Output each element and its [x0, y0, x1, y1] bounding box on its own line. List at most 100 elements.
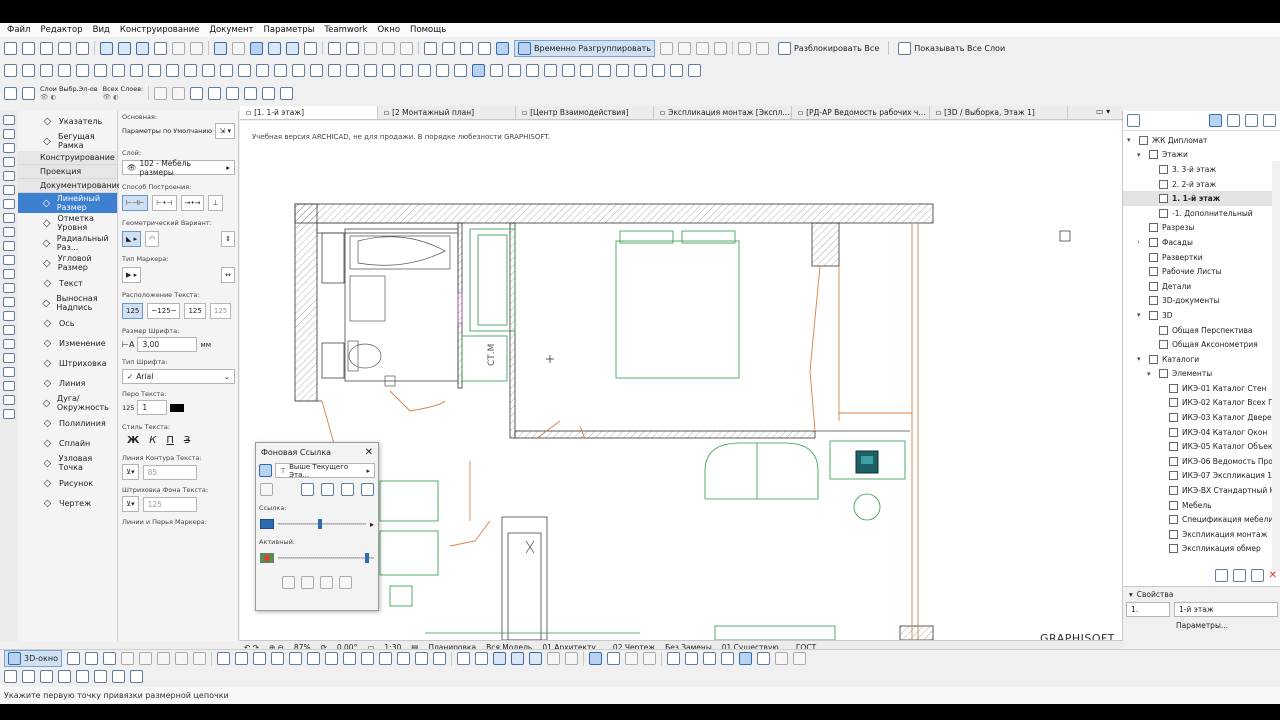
publish-icon[interactable]: [244, 86, 258, 100]
lock-icon[interactable]: [232, 41, 245, 55]
arc-tool-icon[interactable]: [616, 63, 629, 77]
3d-document-icon[interactable]: [454, 63, 467, 77]
menu-item-6[interactable]: Teamwork: [319, 25, 372, 35]
layer-combo-icon[interactable]: [22, 86, 35, 100]
worksheet-icon[interactable]: [400, 63, 413, 77]
relative-constraint-icon[interactable]: [739, 652, 752, 665]
ungroup-icon[interactable]: [268, 41, 281, 55]
pen-input[interactable]: 1: [137, 400, 168, 415]
tool-change[interactable]: ◇ Изменение: [18, 333, 117, 353]
view-cube-icon[interactable]: [130, 669, 143, 683]
tree-item[interactable]: ▾ 3D: [1123, 308, 1273, 323]
bring-front-icon[interactable]: [659, 41, 673, 55]
bgfill-pen-input[interactable]: 125: [142, 496, 197, 512]
distribute-icon[interactable]: [190, 41, 203, 55]
roof-small-icon[interactable]: [3, 227, 15, 237]
method-chain-button[interactable]: ⊢•⊣: [152, 195, 177, 211]
underline-button[interactable]: П: [166, 435, 174, 446]
spline-tool-icon[interactable]: [652, 63, 665, 77]
explore-icon[interactable]: [157, 652, 170, 665]
reference-slider-thumb[interactable]: [317, 519, 322, 529]
tab-2[interactable]: ▫ [Центр Взаимодействия]: [516, 106, 654, 119]
section-box-icon[interactable]: [217, 652, 230, 665]
offset-icon[interactable]: [424, 41, 437, 55]
pointer-small-icon[interactable]: [3, 115, 15, 125]
tree-item[interactable]: 3D-документы: [1123, 294, 1273, 309]
tool-pointer[interactable]: ◇ Указатель: [18, 111, 117, 131]
wall-icon[interactable]: [40, 63, 53, 77]
change-icon[interactable]: [436, 63, 449, 77]
filter-icon[interactable]: [235, 652, 248, 665]
angle-constraint-icon[interactable]: [685, 652, 698, 665]
tree-item[interactable]: Детали: [1123, 279, 1273, 294]
align-icon[interactable]: [172, 41, 185, 55]
adjust-icon[interactable]: [382, 41, 395, 55]
3d-window-button[interactable]: 3D-окно: [4, 650, 62, 667]
swap-icon[interactable]: [260, 483, 273, 496]
tab-5[interactable]: ▫ [3D / Выборка, Этаж 1]: [930, 106, 1068, 119]
morph-icon[interactable]: [256, 63, 269, 77]
elevation-small-icon[interactable]: [3, 353, 15, 363]
compare-icon[interactable]: [341, 483, 354, 496]
menu-item-2[interactable]: Вид: [88, 25, 115, 35]
all-layers-eye-icon[interactable]: 👁 ◐: [103, 93, 144, 101]
menu-item-3[interactable]: Конструирование: [115, 25, 205, 35]
send-receive-icon[interactable]: [280, 86, 294, 100]
reset-icon[interactable]: [361, 483, 374, 496]
shading-icon[interactable]: [289, 652, 302, 665]
beam-small-icon[interactable]: [3, 199, 15, 209]
navigator-menu-icon[interactable]: [1127, 114, 1140, 127]
reference-toggle-icon[interactable]: [259, 464, 272, 477]
window-icon[interactable]: [76, 63, 89, 77]
perpendicular-icon[interactable]: [703, 652, 716, 665]
fillet-icon[interactable]: [364, 41, 377, 55]
view-map-icon[interactable]: [1227, 114, 1240, 127]
column-small-icon[interactable]: [3, 185, 15, 195]
expand-arrow-icon[interactable]: ▾: [1137, 355, 1145, 363]
section-icon[interactable]: [346, 63, 359, 77]
tracker-icon[interactable]: [190, 86, 204, 100]
undo-icon[interactable]: [4, 41, 17, 55]
tool-hotspot[interactable]: ◇ Узловая Точка: [18, 453, 117, 473]
copy-icon[interactable]: [22, 669, 35, 683]
parallel-icon[interactable]: [721, 652, 734, 665]
bold-button[interactable]: Ж: [127, 435, 139, 446]
mesh-icon[interactable]: [328, 63, 341, 77]
geometry-direction-button[interactable]: ◣ ▸: [122, 231, 142, 247]
slab-icon[interactable]: [130, 63, 143, 77]
label-tool-icon[interactable]: [562, 63, 575, 77]
tree-item[interactable]: Экспликация обмер: [1123, 542, 1273, 557]
camera-icon[interactable]: [193, 652, 206, 665]
stair-icon[interactable]: [220, 63, 233, 77]
italic-button[interactable]: К: [149, 435, 156, 446]
geometry-extra-button[interactable]: ⇕: [221, 231, 235, 247]
reference-dropdown[interactable]: ⊤ Выше Текущего Эта... ▸: [275, 463, 375, 479]
tool-angle[interactable]: ◇ Угловой Размер: [18, 253, 117, 273]
active-color-swatch[interactable]: [260, 553, 274, 563]
story-id-field[interactable]: 1.: [1126, 602, 1170, 617]
stair-small-icon[interactable]: [3, 255, 15, 265]
polyline-tool-icon[interactable]: [634, 63, 647, 77]
hotspot-tool-icon[interactable]: [670, 63, 683, 77]
reference-color-swatch[interactable]: [260, 519, 274, 529]
story-name-field[interactable]: 1-й этаж: [1174, 602, 1278, 617]
pen-color-swatch[interactable]: [170, 403, 185, 412]
menu-item-5[interactable]: Параметры: [259, 25, 320, 35]
tree-item[interactable]: ИКЭ-03 Каталог Дверей: [1123, 410, 1273, 425]
snap-grid-icon[interactable]: [457, 652, 470, 665]
tool-spline[interactable]: ◇ Сплайн: [18, 433, 117, 453]
menu-item-7[interactable]: Окно: [372, 25, 405, 35]
eraser-icon[interactable]: [625, 652, 638, 665]
text-pos-outside-button[interactable]: 125: [209, 303, 232, 319]
marquee-small-icon[interactable]: [3, 129, 15, 139]
figure-tool-icon[interactable]: [688, 63, 701, 77]
drag-icon[interactable]: [478, 41, 491, 55]
shell-icon[interactable]: [166, 63, 179, 77]
tree-item[interactable]: Общая Перспектива: [1123, 323, 1273, 338]
tool-axis[interactable]: ◇ Ось: [18, 313, 117, 333]
slab-small-icon[interactable]: [3, 213, 15, 223]
layer-settings-icon[interactable]: [4, 86, 17, 100]
layer-dropdown[interactable]: 👁 102 - Мебель размеры ▸: [122, 159, 235, 177]
guide-icon[interactable]: [118, 41, 131, 55]
tab-3[interactable]: ▫ Экспликация монтаж [Экспл...: [654, 106, 792, 119]
